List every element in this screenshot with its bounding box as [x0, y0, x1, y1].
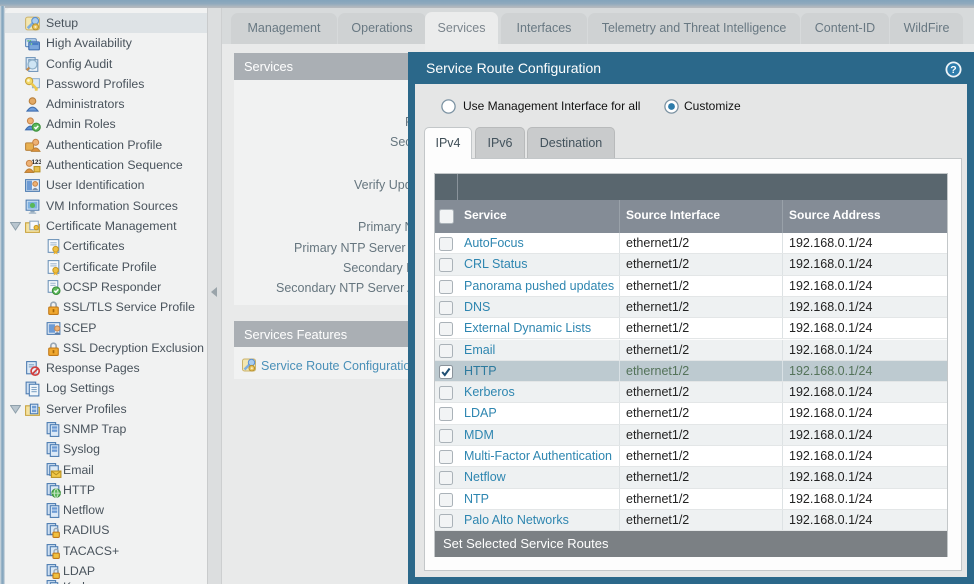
svg-text:?: ?	[950, 64, 956, 76]
svg-text:123: 123	[31, 159, 41, 166]
